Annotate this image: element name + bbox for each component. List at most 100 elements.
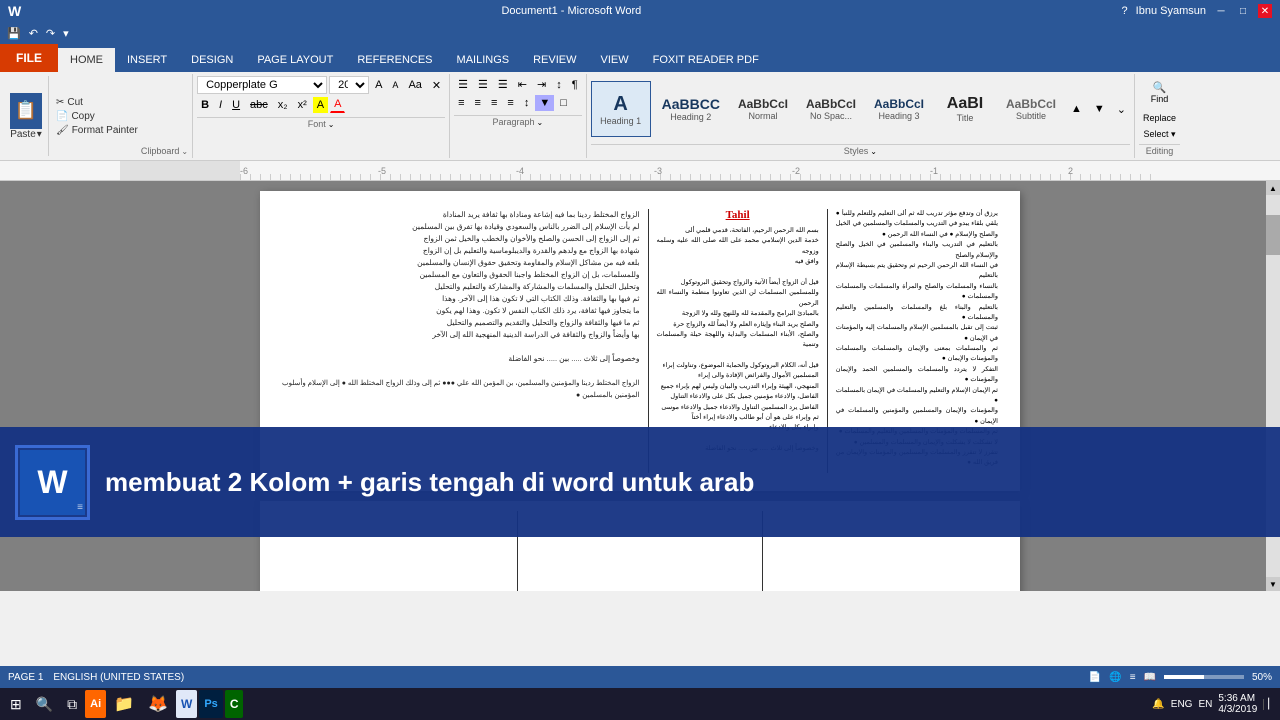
font-color-button[interactable]: A: [330, 96, 345, 113]
normal-label: Normal: [748, 111, 777, 121]
sort-button[interactable]: ↕: [552, 77, 566, 93]
para-row1: ☰ ☰ ☰ ⇤ ⇥ ↕ ¶: [454, 76, 581, 93]
increase-indent-button[interactable]: ⇥: [533, 76, 550, 93]
document-area: الزواج المختلط ردينا بما فيه إشاعة ومناد…: [0, 181, 1280, 591]
taskbar-notification-icon[interactable]: 🔔: [1152, 699, 1164, 710]
tab-foxit[interactable]: FOXIT READER PDF: [641, 48, 771, 72]
tab-page-layout[interactable]: PAGE LAYOUT: [245, 48, 345, 72]
undo-button[interactable]: ↶: [26, 27, 41, 40]
find-icon: 🔍: [1153, 81, 1167, 94]
multilevel-button[interactable]: ☰: [494, 76, 512, 93]
firefox-button[interactable]: 🦊: [142, 690, 174, 718]
superscript-button[interactable]: x²: [294, 97, 311, 113]
view-read-icon[interactable]: 📖: [1144, 672, 1156, 683]
tab-view[interactable]: VIEW: [589, 48, 641, 72]
zoom-fill: [1164, 675, 1204, 679]
save-button[interactable]: 💾: [4, 27, 24, 40]
styles-gallery-expand[interactable]: ⌄: [1113, 101, 1130, 118]
nospace-label: No Spac...: [810, 111, 852, 121]
tab-file[interactable]: FILE: [0, 44, 58, 72]
align-right-button[interactable]: ≡: [487, 95, 501, 111]
styles-gallery-scroll-up[interactable]: ▲: [1067, 101, 1086, 117]
corel-button[interactable]: C: [225, 690, 244, 718]
editing-row: 🔍 Find Replace Select ▾: [1139, 76, 1180, 142]
show-marks-button[interactable]: ¶: [568, 77, 582, 93]
line-spacing-button[interactable]: ↕: [520, 95, 534, 111]
tab-mailings[interactable]: MAILINGS: [445, 48, 522, 72]
style-title-button[interactable]: AaBI Title: [935, 81, 995, 137]
paste-label: Paste▾: [10, 129, 42, 140]
tab-review[interactable]: REVIEW: [521, 48, 588, 72]
view-outline-icon[interactable]: ≡: [1130, 672, 1136, 683]
copy-button[interactable]: 📄 Copy: [53, 110, 141, 123]
font-shrink-button[interactable]: A: [388, 78, 402, 92]
scroll-down-button[interactable]: ▼: [1266, 577, 1280, 591]
justify-button[interactable]: ≡: [503, 95, 517, 111]
decrease-indent-button[interactable]: ⇤: [514, 76, 531, 93]
replace-button[interactable]: Replace: [1139, 111, 1180, 125]
maximize-button[interactable]: □: [1236, 4, 1250, 18]
font-grow-button[interactable]: A: [371, 77, 386, 93]
font-group: Copperplate G 20 A A Aa ✕ B I U abc x₂ x…: [193, 74, 450, 158]
style-normal-button[interactable]: AaBbCcI Normal: [731, 81, 795, 137]
find-button[interactable]: 🔍 Find: [1142, 76, 1178, 109]
paste-button[interactable]: 📋 Paste▾: [4, 76, 49, 156]
style-subtitle-button[interactable]: AaBbCcI Subtitle: [999, 81, 1063, 137]
subscript-button[interactable]: x₂: [274, 97, 292, 113]
view-print-icon[interactable]: 📄: [1089, 672, 1101, 683]
style-heading2-button[interactable]: AaBBCC Heading 2: [655, 81, 727, 137]
change-case-button[interactable]: Aa: [404, 77, 425, 93]
format-painter-icon: 🖌: [56, 125, 69, 136]
scroll-thumb[interactable]: [1266, 215, 1280, 255]
italic-button[interactable]: I: [215, 97, 226, 113]
redo-button[interactable]: ↷: [43, 27, 58, 40]
ribbon: 📋 Paste▾ ✂ Cut 📄 Copy 🖌 Format Painter C…: [0, 72, 1280, 161]
illustrator-button[interactable]: Ai: [85, 690, 106, 718]
align-center-button[interactable]: ≡: [471, 95, 485, 111]
style-nospace-button[interactable]: AaBbCcI No Spac...: [799, 81, 863, 137]
underline-button[interactable]: U: [228, 97, 244, 113]
subtitle-label: Subtitle: [1016, 111, 1046, 121]
cut-button[interactable]: ✂ Cut: [53, 96, 141, 109]
word-button[interactable]: W: [176, 690, 197, 718]
format-painter-button[interactable]: 🖌 Format Painter: [53, 124, 141, 137]
align-left-button[interactable]: ≡: [454, 95, 468, 111]
tab-insert[interactable]: INSERT: [115, 48, 179, 72]
numbering-button[interactable]: ☰: [474, 76, 492, 93]
search-button[interactable]: 🔍: [30, 690, 59, 718]
strikethrough-button[interactable]: abc: [246, 97, 272, 113]
zoom-slider[interactable]: [1164, 675, 1244, 679]
style-heading3-button[interactable]: AaBbCcI Heading 3: [867, 81, 931, 137]
start-button[interactable]: ⊞: [4, 690, 28, 718]
tab-home[interactable]: HOME: [58, 48, 115, 72]
task-view-button[interactable]: ⧉: [61, 690, 83, 718]
font-size-select[interactable]: 20: [329, 76, 369, 94]
photoshop-button[interactable]: Ps: [199, 690, 222, 718]
text-highlight-button[interactable]: A: [313, 97, 328, 113]
explorer-button[interactable]: 📁: [108, 690, 140, 718]
clear-format-button[interactable]: ✕: [428, 77, 445, 94]
bold-button[interactable]: B: [197, 97, 213, 113]
font-name-select[interactable]: Copperplate G: [197, 76, 327, 94]
editing-group-label: Editing: [1139, 144, 1180, 156]
para-row2: ≡ ≡ ≡ ≡ ↕ ▼ □: [454, 95, 581, 111]
col2-title: Tahil: [657, 209, 819, 221]
style-heading1-button[interactable]: A Heading 1: [591, 81, 651, 137]
help-icon[interactable]: ?: [1122, 5, 1128, 17]
borders-button[interactable]: □: [556, 95, 571, 111]
customize-qat-button[interactable]: ▾: [60, 27, 72, 40]
close-button[interactable]: ✕: [1258, 4, 1272, 18]
tab-references[interactable]: REFERENCES: [345, 48, 444, 72]
taskbar-lang-icon[interactable]: EN: [1198, 699, 1212, 710]
minimize-button[interactable]: ─: [1214, 4, 1228, 18]
shading-button[interactable]: ▼: [535, 95, 554, 111]
word-icon: W: [8, 3, 21, 19]
bullets-button[interactable]: ☰: [454, 76, 472, 93]
clipboard-group: 📋 Paste▾ ✂ Cut 📄 Copy 🖌 Format Painter C…: [0, 74, 193, 158]
taskbar-show-desktop[interactable]: ▏: [1263, 699, 1276, 710]
tab-design[interactable]: DESIGN: [179, 48, 245, 72]
scroll-up-button[interactable]: ▲: [1266, 181, 1280, 195]
styles-gallery-scroll-down[interactable]: ▼: [1090, 101, 1109, 117]
view-web-icon[interactable]: 🌐: [1109, 672, 1121, 683]
select-button[interactable]: Select ▾: [1140, 127, 1180, 142]
